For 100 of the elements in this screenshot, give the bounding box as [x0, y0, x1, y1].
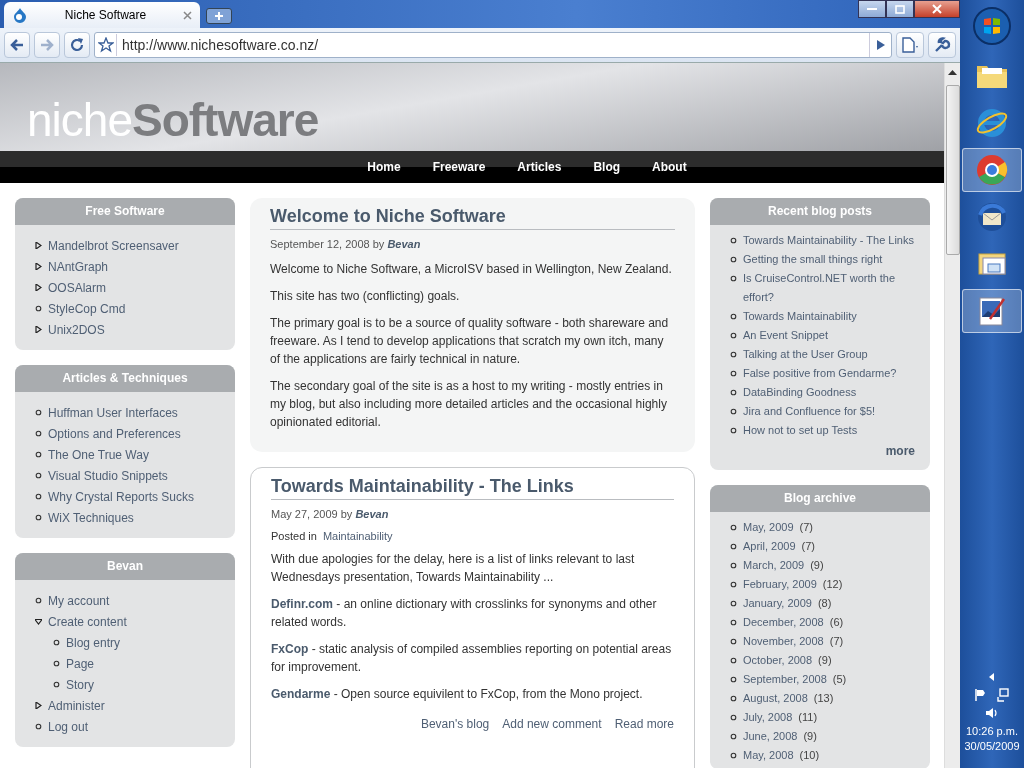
menu-link[interactable]: An Event Snippet — [743, 326, 828, 345]
post-title[interactable]: Welcome to Niche Software — [270, 206, 675, 230]
menu-link[interactable]: OOSAlarm — [48, 280, 106, 295]
block-title: Free Software — [15, 198, 235, 225]
menu-link[interactable]: DataBinding Goodness — [743, 383, 857, 402]
post-paragraph: This site has two (conflicting) goals. — [270, 288, 461, 305]
menu-link[interactable]: Create content — [48, 614, 127, 629]
post-count: (12) — [822, 577, 843, 592]
menu-link[interactable]: January, 2009 — [743, 594, 812, 613]
text-link[interactable]: FxCop — [271, 642, 309, 656]
menu-link[interactable]: How not to set up Tests — [743, 421, 858, 440]
post-link[interactable]: Add new comment — [502, 717, 602, 731]
menu-link[interactable]: The One True Way — [48, 447, 149, 462]
play-icon — [875, 39, 886, 51]
maximize-button[interactable] — [886, 0, 914, 18]
nav-link[interactable]: Articles — [501, 151, 578, 183]
menu-link[interactable]: False positive from Gendarme? — [743, 364, 897, 383]
drop-icon — [12, 7, 28, 23]
menu-link[interactable]: Administer — [48, 698, 105, 713]
post-count: (10) — [799, 748, 820, 763]
text-link[interactable]: Definr.com — [271, 597, 333, 611]
menu-link[interactable]: Towards Maintainability — [743, 307, 857, 326]
menu-link[interactable]: June, 2008 — [743, 727, 798, 746]
tag-link[interactable]: Maintainability — [322, 530, 393, 542]
circle-bullet-icon — [730, 275, 737, 282]
page-menu-button[interactable] — [896, 32, 924, 58]
close-icon[interactable] — [183, 10, 192, 20]
address-bar[interactable]: http://www.nichesoftware.co.nz/ — [94, 32, 892, 58]
menu-link[interactable]: Page — [66, 656, 95, 671]
post-paragraph: With due apologies for the delay, here is a list of links relevant to last Wednesdays presentation, Towards Maintainability ... — [271, 551, 636, 586]
menu-link[interactable]: Options and Preferences — [48, 426, 181, 441]
menu-link[interactable]: Jira and Confluence for $5! — [743, 402, 876, 421]
menu-link[interactable]: November, 2008 — [743, 632, 824, 651]
menu-link[interactable]: October, 2008 — [743, 651, 813, 670]
scroll-up-icon[interactable] — [948, 69, 957, 77]
taskbar-app-button[interactable] — [962, 289, 1022, 333]
menu-link[interactable]: Why Crystal Reports Sucks — [48, 489, 195, 504]
nav-link[interactable]: Blog — [577, 151, 637, 183]
menu-link[interactable]: WiX Techniques — [48, 510, 134, 525]
bookmark-button[interactable] — [95, 34, 117, 56]
menu-link[interactable]: My account — [48, 593, 110, 608]
menu-link[interactable]: Blog entry — [66, 635, 121, 650]
close-button[interactable] — [914, 0, 960, 18]
nav-link[interactable]: Home — [351, 151, 417, 183]
clock[interactable]: 10:26 p.m. 30/05/2009 — [964, 724, 1020, 754]
post-link[interactable]: Read more — [614, 717, 674, 731]
circle-bullet-icon — [730, 427, 737, 434]
menu-link[interactable]: March, 2009 — [743, 556, 805, 575]
flag-icon[interactable] — [974, 688, 988, 702]
posted-in-label: Posted in — [271, 530, 317, 542]
post-count: (9) — [803, 729, 817, 744]
nav-link[interactable]: About — [636, 151, 703, 183]
nav-link[interactable]: Freeware — [416, 151, 502, 183]
menu-link[interactable]: July, 2008 — [743, 708, 793, 727]
menu-link[interactable]: Unix2DOS — [48, 322, 105, 337]
scrollbar-thumb[interactable] — [945, 85, 960, 255]
tools-menu-button[interactable] — [928, 32, 956, 58]
post-count: (7) — [801, 539, 816, 554]
more-link[interactable]: more — [710, 444, 930, 470]
menu-link[interactable]: February, 2009 — [743, 575, 817, 594]
menu-link[interactable]: Huffman User Interfaces — [48, 405, 178, 420]
menu-link[interactable]: April, 2009 — [743, 537, 796, 556]
menu-link[interactable]: Story — [66, 677, 94, 692]
circle-bullet-icon — [730, 600, 737, 607]
star-icon — [97, 37, 114, 53]
menu-link[interactable]: Mandelbrot Screensaver — [48, 238, 179, 253]
post-meta: May 27, 2009 by Bevan — [271, 508, 390, 520]
scrollbar[interactable] — [944, 63, 960, 768]
text-link[interactable]: Gendarme — [271, 687, 331, 701]
menu-link[interactable]: NAntGraph — [48, 259, 109, 274]
menu-link[interactable]: Towards Maintainability - The Links — [743, 231, 914, 250]
menu-link[interactable]: Getting the small things right — [743, 250, 883, 269]
network-icon[interactable] — [996, 688, 1010, 702]
menu-link[interactable]: December, 2008 — [743, 613, 824, 632]
menu-link[interactable]: September, 2008 — [743, 670, 827, 689]
menu-link[interactable]: Is CruiseControl.NET worth the effort? — [743, 269, 920, 307]
post-paragraph: Welcome to Niche Software, a MicroISV based in Wellington, New Zealand. — [270, 261, 673, 278]
speaker-icon[interactable] — [985, 706, 999, 720]
circle-bullet-icon — [730, 370, 737, 377]
back-button[interactable] — [4, 32, 30, 58]
reload-button[interactable] — [64, 32, 90, 58]
reload-icon — [69, 37, 85, 53]
post-count: (7) — [799, 520, 813, 535]
post-paragraph: Definr.com - an online dictionary with crosslinks for synonyms and other related words. — [271, 596, 658, 631]
browser-tab[interactable]: Niche Software — [4, 2, 200, 28]
circle-bullet-icon — [730, 676, 737, 683]
menu-link[interactable]: Talking at the User Group — [743, 345, 868, 364]
menu-link[interactable]: Visual Studio Snippets — [48, 468, 168, 483]
circle-bullet-icon — [730, 351, 737, 358]
menu-link[interactable]: Log out — [48, 719, 89, 734]
menu-link[interactable]: May, 2008 — [743, 746, 794, 765]
minimize-button[interactable] — [858, 0, 886, 18]
menu-link[interactable]: StyleCop Cmd — [48, 301, 126, 316]
start-button[interactable] — [972, 6, 1012, 46]
post-title[interactable]: Towards Maintainability - The Links — [271, 476, 674, 500]
post-link[interactable]: Bevan's blog — [420, 717, 490, 731]
menu-link[interactable]: May, 2009 — [743, 518, 794, 537]
menu-link[interactable]: August, 2008 — [743, 689, 808, 708]
new-tab-button[interactable] — [206, 8, 232, 24]
circle-bullet-icon — [730, 562, 737, 569]
